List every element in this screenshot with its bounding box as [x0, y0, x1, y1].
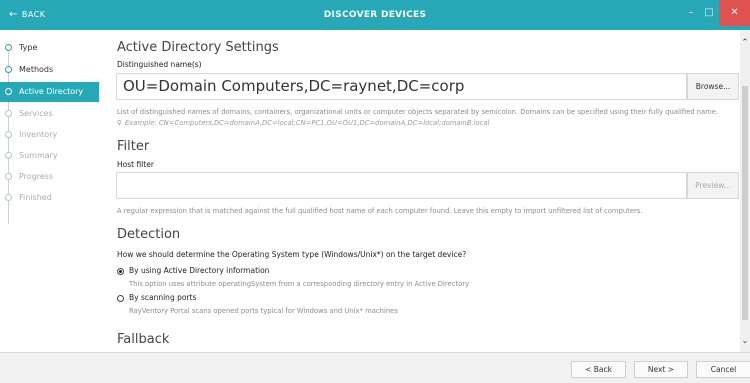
step-methods[interactable]: Methods	[0, 60, 99, 80]
main-content: Active Directory Settings Distinguished …	[99, 30, 740, 352]
dn-input[interactable]: OU=Domain Computers,DC=raynet,DC=corp	[116, 73, 687, 100]
step-summary: Summary	[0, 146, 99, 166]
dn-help-text: List of distinguished names of domains, …	[117, 108, 719, 116]
preview-button[interactable]: Preview...	[687, 172, 739, 199]
close-icon[interactable]: ✕	[719, 0, 750, 26]
detection-question: How we should determine the Operating Sy…	[117, 250, 467, 259]
step-services-label: Services	[19, 109, 53, 118]
step-inventory-dot-icon	[5, 131, 12, 138]
step-summary-label: Summary	[19, 151, 58, 160]
host-filter-label: Host filter	[117, 160, 154, 169]
step-progress-dot-icon	[5, 173, 12, 180]
next-button[interactable]: Next >	[634, 361, 688, 378]
step-services: Services	[0, 104, 99, 124]
step-methods-label: Methods	[19, 65, 54, 74]
step-active-directory-label: Active Directory	[19, 87, 84, 96]
step-methods-dot-icon	[5, 66, 12, 73]
step-type[interactable]: Type	[0, 38, 99, 58]
minimize-icon[interactable]: –	[683, 0, 699, 26]
detection-section-title: Detection	[117, 227, 181, 242]
maximize-icon[interactable]: □	[700, 0, 718, 26]
vertical-scrollbar[interactable]: ⌃ ⌄	[740, 30, 750, 352]
step-active-directory-dot-icon	[5, 88, 12, 95]
scrollbar-thumb[interactable]	[742, 86, 748, 320]
dn-label: Distinguished name(s)	[117, 60, 202, 69]
filter-section-title: Filter	[117, 139, 150, 154]
title-bar: ← BACK DISCOVER DEVICES – □ ✕	[0, 0, 750, 30]
host-filter-help: A regular expression that is matched aga…	[117, 207, 643, 215]
step-finished-dot-icon	[5, 194, 12, 201]
step-progress-label: Progress	[19, 172, 54, 181]
dn-example-text: Example: CN=Computers,DC=domainA,DC=loca…	[124, 119, 490, 127]
scroll-down-icon[interactable]: ⌄	[740, 336, 750, 346]
step-active-directory[interactable]: Active Directory	[0, 82, 99, 102]
fallback-section-title: Fallback	[117, 332, 170, 347]
footer-bar: < Back Next > Cancel	[0, 352, 750, 383]
radio-ad-information-help: This option uses attribute operatingSyst…	[129, 280, 470, 288]
browse-button[interactable]: Browse...	[687, 73, 739, 100]
dn-example: ⚲ Example: CN=Computers,DC=domainA,DC=loc…	[117, 119, 489, 127]
pin-icon: ⚲	[117, 119, 122, 127]
radio-ad-information[interactable]	[117, 268, 124, 275]
step-summary-dot-icon	[5, 152, 12, 159]
radio-scan-ports-help: RayVentory Portal scans opened ports typ…	[129, 307, 398, 315]
radio-scan-ports-label[interactable]: By scanning ports	[129, 293, 196, 302]
step-type-dot-icon	[5, 44, 12, 51]
scroll-up-icon[interactable]: ⌃	[740, 38, 750, 48]
back-button[interactable]: < Back	[571, 361, 626, 378]
wizard-steps: Type Methods Active Directory Services I…	[0, 30, 99, 352]
host-filter-input[interactable]	[116, 172, 687, 199]
step-type-label: Type	[19, 43, 38, 52]
ad-section-title: Active Directory Settings	[117, 40, 279, 55]
step-progress: Progress	[0, 167, 99, 187]
cancel-button[interactable]: Cancel	[696, 361, 750, 378]
step-inventory-label: Inventory	[19, 130, 58, 139]
radio-scan-ports[interactable]	[117, 295, 124, 302]
step-finished-label: Finished	[19, 193, 52, 202]
step-finished: Finished	[0, 188, 99, 208]
radio-ad-information-label[interactable]: By using Active Directory information	[129, 266, 269, 275]
step-services-dot-icon	[5, 110, 12, 117]
step-inventory: Inventory	[0, 125, 99, 145]
window-title: DISCOVER DEVICES	[323, 10, 427, 20]
